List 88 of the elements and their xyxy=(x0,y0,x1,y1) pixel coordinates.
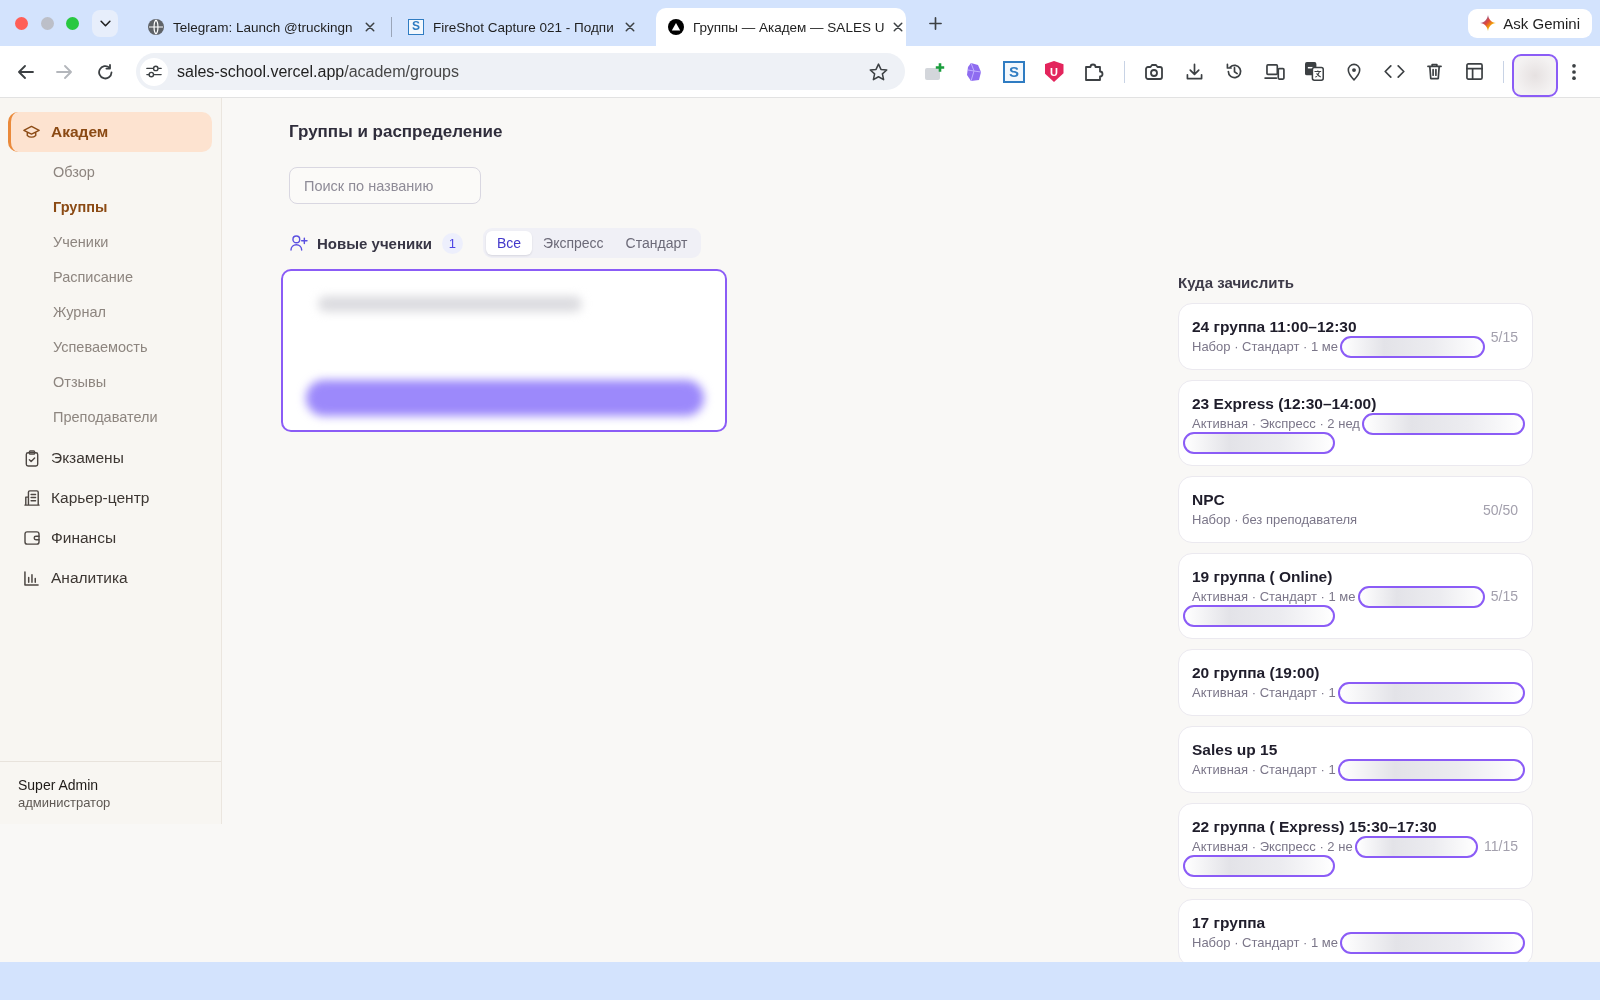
group-meta: Набор · Стандарт · 1 ме xyxy=(1192,339,1338,354)
globe-icon xyxy=(148,19,164,35)
group-card[interactable]: 23 Express (12:30–14:00) Активная · Экспресс · 2 нед xyxy=(1178,380,1533,466)
new-students-title: Новые ученики xyxy=(317,234,432,252)
group-card[interactable]: 24 группа 11:00–12:30 Набор · Стандарт · 1 ме 5/15 xyxy=(1178,303,1533,370)
history-icon[interactable] xyxy=(1225,63,1243,80)
filter-tab[interactable]: Экспресс xyxy=(532,231,615,255)
sidebar-subitem[interactable]: Группы xyxy=(0,189,221,224)
trash-icon[interactable] xyxy=(1426,63,1442,80)
browser-tab[interactable]: Группы — Академ — SALES U xyxy=(656,8,906,46)
ask-gemini-button[interactable]: Ask Gemini xyxy=(1468,8,1592,38)
group-card[interactable]: 19 группа ( Online) Активная · Стандарт · 1 ме 5/15 xyxy=(1178,553,1533,639)
extension-button[interactable]: U xyxy=(1044,61,1064,82)
sidebar-item[interactable]: Финансы xyxy=(8,518,212,558)
browser-tab[interactable]: Telegram: Launch @truckingn xyxy=(136,8,386,46)
sparkle-icon xyxy=(1480,15,1497,31)
layout-icon[interactable] xyxy=(1465,63,1483,80)
group-meta: Активная · Стандарт · 1 ме xyxy=(1192,589,1356,604)
page-title: Группы и распределение xyxy=(289,121,504,143)
user-name: Super Admin xyxy=(18,776,100,794)
translate-icon[interactable] xyxy=(1304,62,1324,81)
enrollment-count: 50/50 xyxy=(1482,501,1518,518)
sidebar-item[interactable]: Карьер-центр xyxy=(8,478,212,518)
search-field[interactable]: Поиск по названию xyxy=(289,167,481,204)
group-name: 22 группа ( Express) 15:30–17:30 xyxy=(1192,817,1438,837)
url-text: sales-school.vercel.app/academ/groups xyxy=(177,62,459,81)
site-info-button[interactable] xyxy=(140,57,168,86)
group-name: 24 группа 11:00–12:30 xyxy=(1192,317,1358,337)
address-bar[interactable]: sales-school.vercel.app/academ/groups xyxy=(136,53,905,90)
group-card[interactable]: NPC Набор · без преподавателя 50/50 xyxy=(1178,476,1533,543)
student-card[interactable] xyxy=(281,269,727,432)
group-card[interactable]: Sales up 15 Активная · Стандарт · 1 xyxy=(1178,726,1533,793)
tab-search-button[interactable] xyxy=(92,9,118,37)
bar-chart-icon xyxy=(24,570,39,586)
plus-icon[interactable] xyxy=(929,16,942,30)
group-name: NPC xyxy=(1192,490,1226,510)
page-plus-icon[interactable] xyxy=(923,63,945,80)
extension-button[interactable]: S xyxy=(1003,60,1025,83)
puzzle-icon[interactable] xyxy=(1084,62,1104,81)
group-card[interactable]: 17 группа Набор · Стандарт · 1 ме xyxy=(1178,899,1533,962)
enrollment-count: 5/15 xyxy=(1490,588,1518,604)
user-plus-icon xyxy=(290,235,308,251)
close-icon[interactable] xyxy=(625,22,635,32)
group-meta: Активная · Экспресс · 2 нед xyxy=(1192,416,1360,431)
enrollment-count: 5/15 xyxy=(1490,328,1518,345)
map-pin-icon[interactable] xyxy=(1347,62,1361,81)
graduation-cap-icon xyxy=(23,125,40,139)
devices-icon[interactable] xyxy=(1263,63,1285,80)
download-icon[interactable] xyxy=(1185,63,1203,80)
chevron-down-icon xyxy=(99,19,111,27)
group-meta: Набор · без преподавателя xyxy=(1192,512,1358,527)
close-icon[interactable] xyxy=(893,22,904,32)
more-vertical-icon[interactable] xyxy=(1572,63,1576,80)
triangle-logo-icon xyxy=(668,19,684,35)
group-meta: Активная · Стандарт · 1 xyxy=(1192,685,1336,700)
sidebar-item[interactable]: Аналитика xyxy=(8,558,212,598)
profile-button[interactable] xyxy=(1512,54,1558,97)
tune-icon xyxy=(146,65,162,78)
bookmark-star-icon[interactable] xyxy=(869,62,888,81)
group-meta: Набор · Стандарт · 1 ме xyxy=(1192,935,1338,950)
close-icon[interactable] xyxy=(365,22,375,32)
filter-tab[interactable]: Стандарт xyxy=(614,231,699,255)
group-name: 20 группа (19:00) xyxy=(1192,663,1321,683)
crystal-icon[interactable] xyxy=(967,62,981,81)
enroll-heading: Куда зачислить xyxy=(1178,273,1295,293)
enrollment-count: 11/15 xyxy=(1484,838,1518,854)
group-meta: Активная · Стандарт · 1 xyxy=(1192,762,1336,777)
group-name: 17 группа xyxy=(1192,913,1267,933)
reload-icon[interactable] xyxy=(97,63,113,80)
user-role: администратор xyxy=(18,794,112,812)
wallet-icon xyxy=(23,531,40,545)
building-icon xyxy=(23,490,40,506)
browser-tab[interactable]: S FireShot Capture 021 - Подпи xyxy=(396,8,646,46)
group-name: 19 группа ( Online) xyxy=(1192,567,1334,587)
sidebar-item[interactable]: Экзамены xyxy=(8,438,212,478)
camera-icon[interactable] xyxy=(1144,62,1164,81)
group-meta: Активная · Экспресс · 2 не xyxy=(1192,839,1353,854)
favicon-logo: S xyxy=(408,19,424,35)
code-icon[interactable] xyxy=(1383,65,1405,78)
arrow-left-icon[interactable] xyxy=(18,64,34,79)
group-card[interactable]: 22 группа ( Express) 15:30–17:30 Активная · Экспресс · 2 не 11/15 xyxy=(1178,803,1533,889)
new-students-count: 1 xyxy=(441,232,463,254)
group-name: Sales up 15 xyxy=(1192,740,1279,760)
filter-tab[interactable]: Все xyxy=(485,231,533,255)
clipboard-check-icon xyxy=(24,449,39,467)
group-card[interactable]: 20 группа (19:00) Активная · Стандарт · 1 xyxy=(1178,649,1533,716)
sidebar-item[interactable]: Академ xyxy=(8,112,212,152)
group-name: 23 Express (12:30–14:00) xyxy=(1192,394,1378,414)
